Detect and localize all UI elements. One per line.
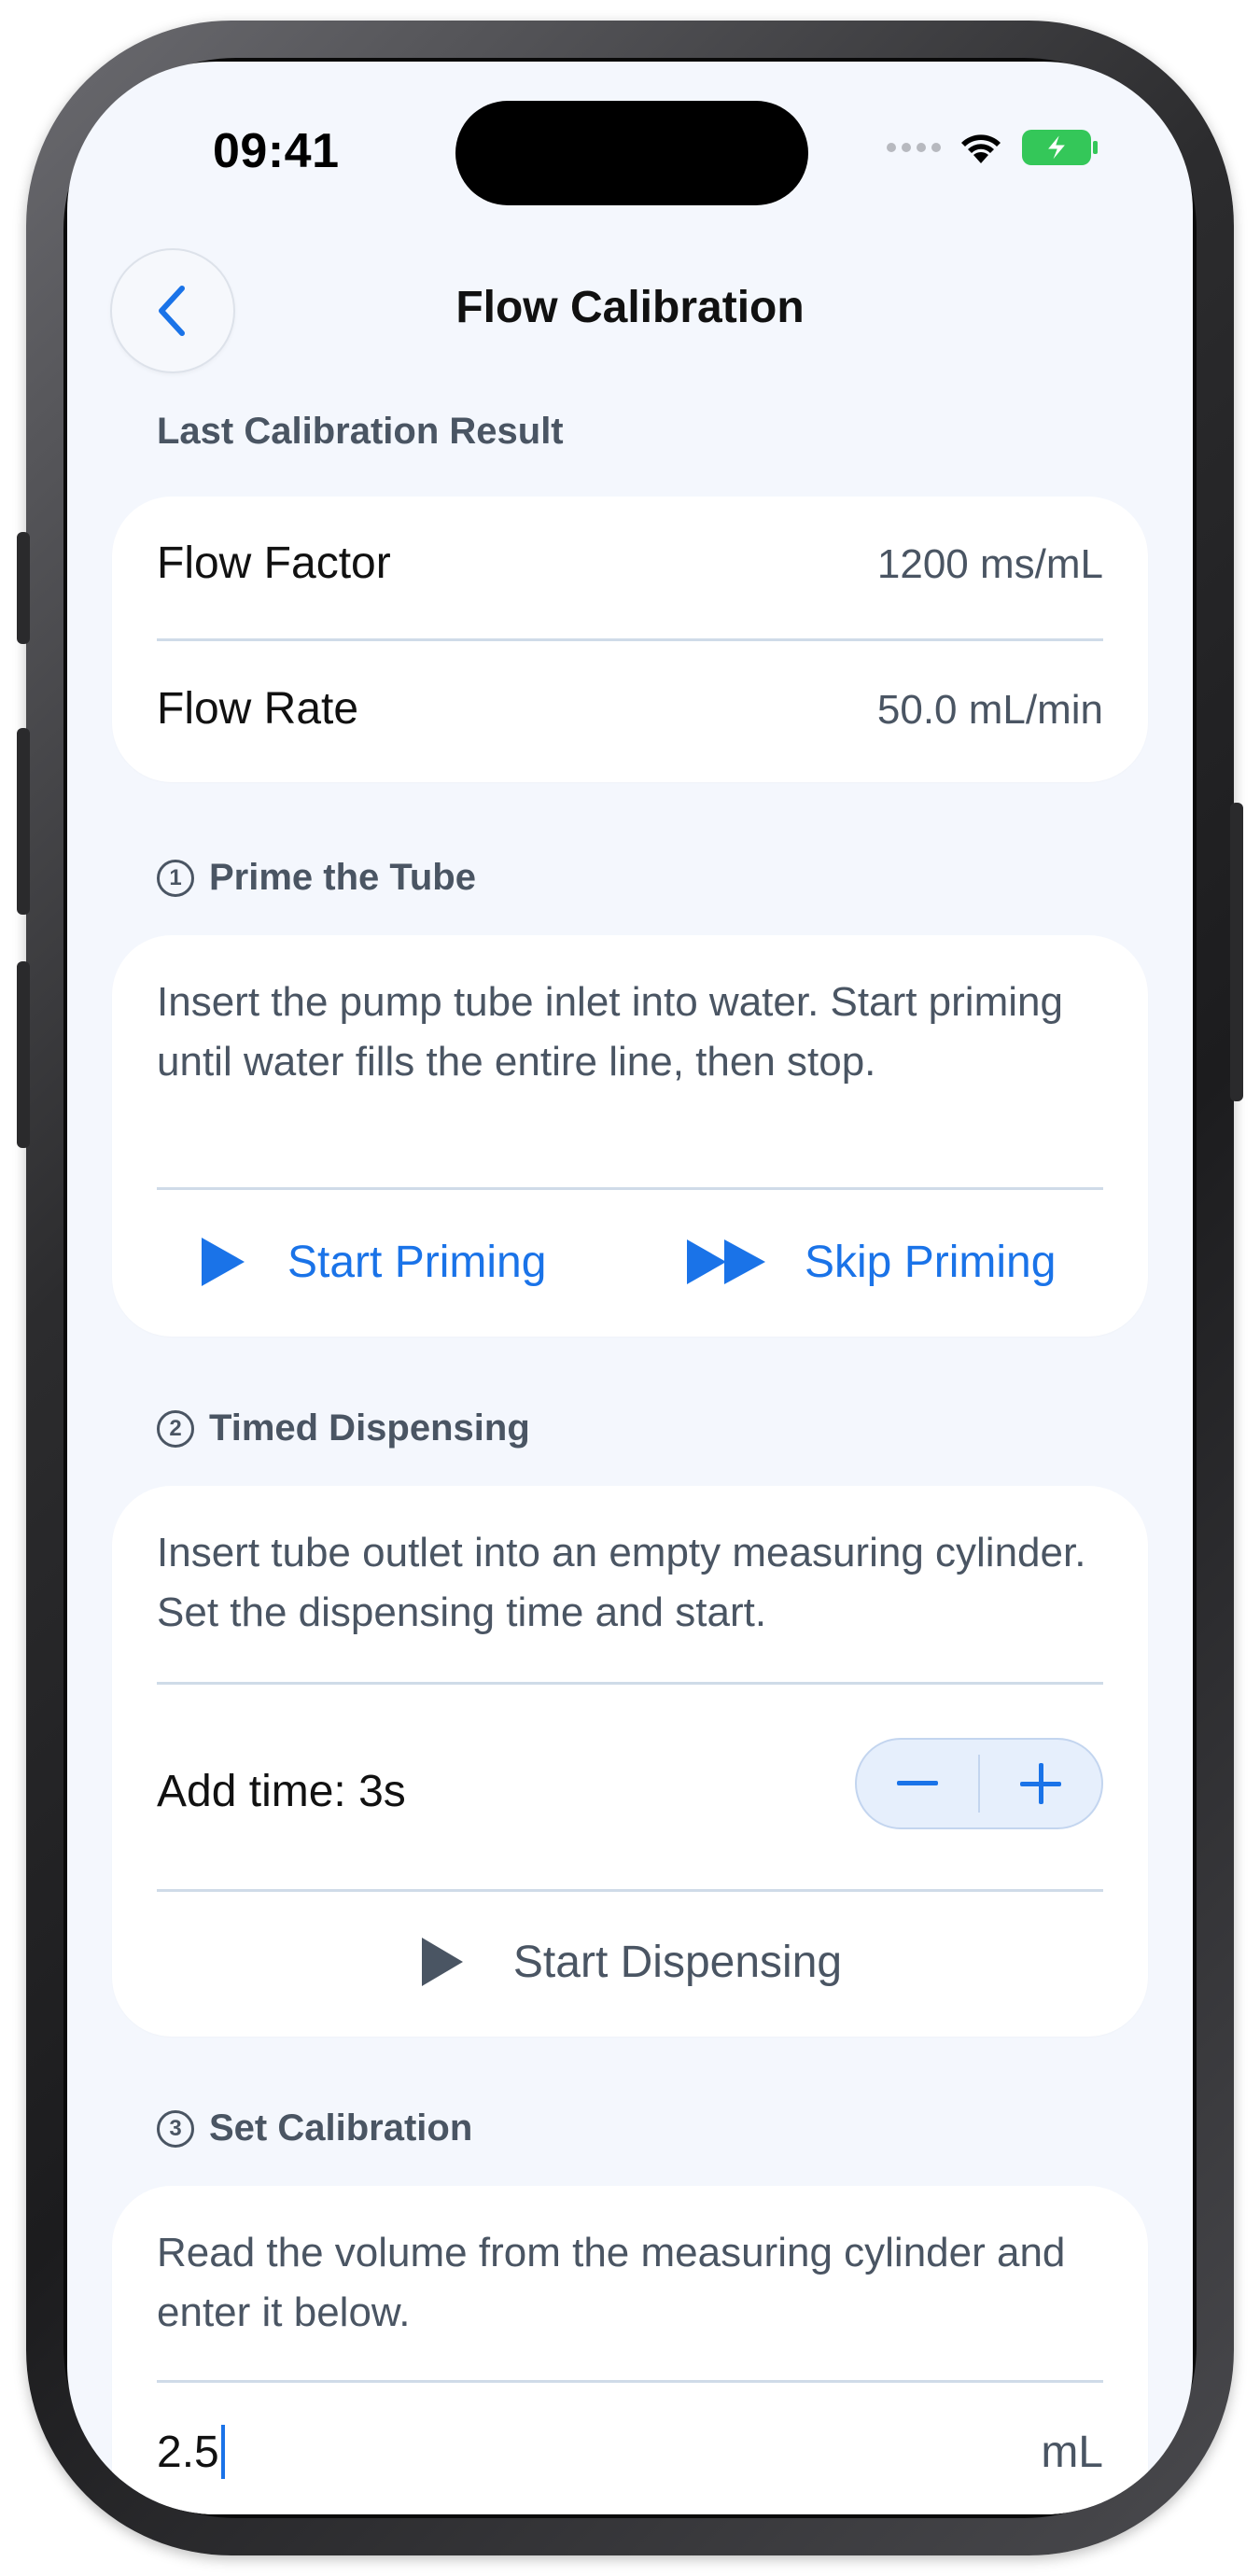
last-result-header-label: Last Calibration Result	[157, 411, 564, 452]
divider	[157, 1889, 1103, 1892]
flow-factor-value: 1200 ms/mL	[876, 541, 1103, 587]
add-time-label: Add time: 3s	[157, 1767, 406, 1816]
step3-header: 3 Set Calibration	[157, 2107, 472, 2149]
step1-instructions: Insert the pump tube inlet into water. S…	[157, 979, 1063, 1085]
skip-priming-label: Skip Priming	[805, 1237, 1057, 1287]
start-dispensing-button[interactable]: Start Dispensing	[112, 1936, 1148, 1988]
dynamic-island	[455, 101, 808, 205]
step2-instructions: Insert tube outlet into an empty measuri…	[157, 1530, 1086, 1635]
minus-icon	[897, 1781, 938, 1785]
last-result-header: Last Calibration Result	[157, 411, 564, 453]
text-caret	[220, 2425, 225, 2479]
play-icon	[421, 1938, 463, 1986]
step-number-1-icon: 1	[157, 859, 194, 897]
side-button-power	[1230, 803, 1243, 1101]
side-button-volume-up	[17, 728, 30, 915]
volume-input-value: 2.5	[157, 2427, 219, 2477]
step3-instructions: Read the volume from the measuring cylin…	[157, 2230, 1066, 2335]
start-priming-button[interactable]: Start Priming	[198, 1236, 546, 1288]
page-title: Flow Calibration	[455, 283, 805, 332]
step-number-3-icon: 3	[157, 2109, 194, 2148]
plus-icon	[1020, 1763, 1061, 1804]
fast-forward-icon	[687, 1239, 765, 1284]
navigation-bar: Flow Calibration	[67, 248, 1193, 373]
divider	[157, 2380, 1103, 2383]
divider	[157, 638, 1103, 641]
step1-header: 1 Prime the Tube	[157, 857, 476, 899]
step-number-2-icon: 2	[157, 1409, 194, 1448]
status-time: 09:41	[213, 124, 340, 178]
step2-header-label: Timed Dispensing	[209, 1407, 530, 1449]
divider	[157, 1187, 1103, 1190]
set-calibration-card: Read the volume from the measuring cylin…	[112, 2186, 1148, 2514]
last-result-card: Flow Factor 1200 ms/mL Flow Rate 50.0 mL…	[112, 497, 1148, 782]
side-button-volume-down	[17, 961, 30, 1148]
step1-header-label: Prime the Tube	[209, 857, 476, 898]
time-stepper[interactable]	[855, 1738, 1103, 1829]
start-priming-label: Start Priming	[287, 1237, 547, 1287]
cellular-signal-icon	[887, 143, 941, 152]
skip-priming-button[interactable]: Skip Priming	[685, 1236, 1056, 1288]
volume-input[interactable]: 2.5	[157, 2425, 225, 2479]
step2-header: 2 Timed Dispensing	[157, 1407, 530, 1449]
status-icons	[887, 129, 1099, 166]
decrement-button[interactable]	[857, 1740, 978, 1827]
wifi-icon	[958, 130, 1004, 165]
timed-dispensing-card: Insert tube outlet into an empty measuri…	[112, 1486, 1148, 2037]
battery-charging-icon	[1021, 129, 1099, 166]
volume-unit: mL	[1041, 2428, 1103, 2477]
side-button-action	[17, 532, 30, 644]
start-dispensing-label: Start Dispensing	[512, 1937, 843, 1987]
divider	[157, 1682, 1103, 1685]
increment-button[interactable]	[980, 1740, 1101, 1827]
app-screen: 09:41 Flow Calibration Last Calibration …	[67, 62, 1193, 2514]
flow-factor-label: Flow Factor	[157, 539, 391, 588]
flow-rate-label: Flow Rate	[157, 684, 359, 734]
prime-tube-card: Insert the pump tube inlet into water. S…	[112, 935, 1148, 1337]
play-icon	[202, 1238, 245, 1286]
flow-rate-value: 50.0 mL/min	[876, 687, 1103, 733]
step3-header-label: Set Calibration	[209, 2107, 473, 2149]
